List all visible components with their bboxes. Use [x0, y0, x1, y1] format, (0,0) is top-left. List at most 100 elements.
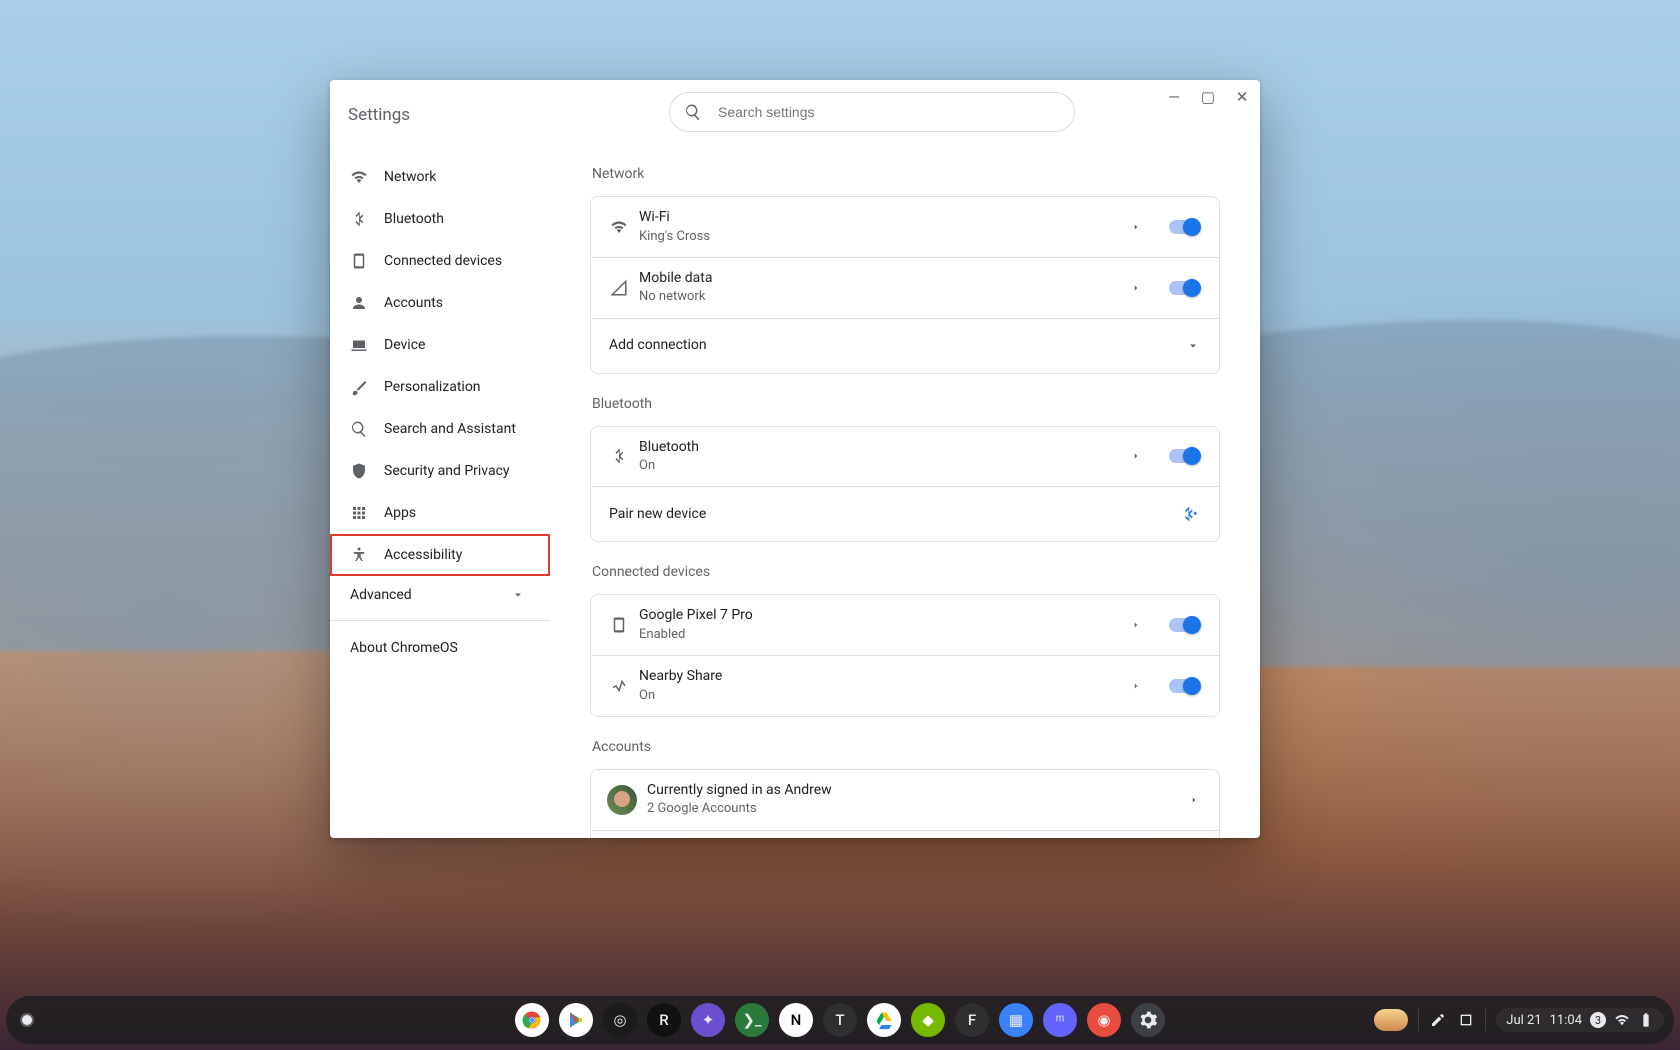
wifi-icon	[1614, 1012, 1630, 1028]
launcher-button[interactable]	[22, 1015, 32, 1025]
sidebar-item-apps[interactable]: Apps	[330, 492, 550, 534]
shelf-app-play-store[interactable]	[559, 1003, 593, 1037]
mobile-data-row[interactable]: Mobile data No network	[591, 257, 1219, 318]
window-maximize-button[interactable]: ▢	[1200, 88, 1216, 106]
row-title: Mobile data	[639, 270, 1131, 288]
add-connection-row[interactable]: Add connection	[591, 318, 1219, 373]
row-subtitle: On	[639, 688, 1131, 704]
search-icon	[350, 420, 368, 438]
window-minimize-button[interactable]: —	[1166, 88, 1182, 106]
tray-screen-button[interactable]	[1457, 1012, 1475, 1028]
nearby-share-row[interactable]: Nearby Share On	[591, 655, 1219, 716]
row-subtitle: 2 Google Accounts	[647, 801, 1189, 817]
shelf-app-purple[interactable]: ✦	[691, 1003, 725, 1037]
shelf-app-blue[interactable]: ▦	[999, 1003, 1033, 1037]
shelf-apps: ◎ R ✦ ❯_ N T ◆ F ▦ ᵐ ◉	[515, 1003, 1165, 1037]
row-title: Pair new device	[609, 506, 1181, 524]
sidebar-item-about[interactable]: About ChromeOS	[330, 627, 550, 669]
shelf-app-mastodon[interactable]: ᵐ	[1043, 1003, 1077, 1037]
tray-status-area[interactable]: Jul 21 11:04 3	[1496, 1008, 1664, 1032]
row-title: Add connection	[609, 337, 1187, 355]
sidebar-item-connected-devices[interactable]: Connected devices	[330, 240, 550, 282]
sidebar-item-search-assistant[interactable]: Search and Assistant	[330, 408, 550, 450]
nearby-share-icon	[610, 677, 628, 695]
sidebar-item-bluetooth[interactable]: Bluetooth	[330, 198, 550, 240]
shelf-app-red[interactable]: ◉	[1087, 1003, 1121, 1037]
shelf-app-t[interactable]: T	[823, 1003, 857, 1037]
connected-phone-toggle[interactable]	[1169, 618, 1199, 632]
sidebar-item-personalization[interactable]: Personalization	[330, 366, 550, 408]
shelf-app-r[interactable]: R	[647, 1003, 681, 1037]
shield-icon	[350, 462, 368, 480]
sidebar-separator	[330, 620, 550, 621]
sync-services-row[interactable]: Sync and Google services	[591, 830, 1219, 839]
row-subtitle: Enabled	[639, 627, 1131, 643]
chevron-down-icon	[1187, 340, 1199, 352]
accessibility-icon	[350, 546, 368, 564]
sidebar-item-label: Network	[384, 169, 436, 185]
shelf-app-nvidia[interactable]: ◆	[911, 1003, 945, 1037]
wifi-icon	[350, 168, 368, 186]
shelf-app-settings[interactable]	[1131, 1003, 1165, 1037]
nearby-share-toggle[interactable]	[1169, 679, 1199, 693]
chevron-right-icon	[1131, 451, 1141, 461]
shelf-app-drive[interactable]	[867, 1003, 901, 1037]
chevron-right-icon	[1131, 620, 1141, 630]
battery-icon	[1638, 1012, 1654, 1028]
connected-phone-row[interactable]: Google Pixel 7 Pro Enabled	[591, 595, 1219, 655]
bluetooth-icon	[350, 210, 368, 228]
section-title-bluetooth: Bluetooth	[592, 396, 1220, 412]
bluetooth-row[interactable]: Bluetooth On	[591, 427, 1219, 487]
laptop-icon	[350, 336, 368, 354]
sidebar-item-label: Search and Assistant	[384, 421, 516, 437]
section-title-connected: Connected devices	[592, 564, 1220, 580]
gear-icon	[1138, 1010, 1158, 1030]
shelf-app-generic-1[interactable]: ◎	[603, 1003, 637, 1037]
apps-icon	[350, 504, 368, 522]
section-title-accounts: Accounts	[592, 739, 1220, 755]
row-title: Currently signed in as Andrew	[647, 782, 1189, 800]
play-store-icon	[566, 1010, 586, 1030]
connected-devices-card: Google Pixel 7 Pro Enabled Nearby Share …	[590, 594, 1220, 717]
settings-title: Settings	[348, 105, 410, 125]
sidebar-item-label: Bluetooth	[384, 211, 444, 227]
sidebar-item-security-privacy[interactable]: Security and Privacy	[330, 450, 550, 492]
shelf: ◎ R ✦ ❯_ N T ◆ F ▦ ᵐ ◉ Jul 21 11:04 3	[6, 996, 1674, 1044]
sidebar-item-network[interactable]: Network	[330, 156, 550, 198]
sidebar-item-label: Advanced	[350, 587, 412, 603]
sidebar-item-advanced[interactable]: Advanced	[330, 576, 550, 614]
wifi-toggle[interactable]	[1169, 220, 1199, 234]
sidebar-item-label: Device	[384, 337, 425, 353]
window-close-button[interactable]: ✕	[1234, 88, 1250, 106]
shelf-app-terminal[interactable]: ❯_	[735, 1003, 769, 1037]
settings-search[interactable]	[669, 92, 1075, 132]
chrome-icon	[522, 1010, 542, 1030]
tray-stylus-button[interactable]	[1429, 1012, 1447, 1028]
row-subtitle: King's Cross	[639, 229, 1131, 245]
tray-weather[interactable]	[1374, 1009, 1408, 1031]
sidebar-item-accessibility[interactable]: Accessibility	[330, 534, 550, 576]
chevron-right-icon	[1189, 795, 1199, 805]
pair-new-device-row[interactable]: Pair new device	[591, 486, 1219, 541]
current-account-row[interactable]: Currently signed in as Andrew 2 Google A…	[591, 770, 1219, 830]
tray-date: Jul 21	[1506, 1013, 1541, 1028]
section-title-network: Network	[592, 166, 1220, 182]
person-icon	[350, 294, 368, 312]
sidebar-item-label: Accessibility	[384, 547, 462, 563]
shelf-app-f[interactable]: F	[955, 1003, 989, 1037]
mobile-data-toggle[interactable]	[1169, 281, 1199, 295]
sidebar-item-label: About ChromeOS	[350, 640, 458, 656]
sidebar-item-device[interactable]: Device	[330, 324, 550, 366]
sidebar-item-label: Accounts	[384, 295, 443, 311]
shelf-app-chrome[interactable]	[515, 1003, 549, 1037]
chevron-down-icon	[512, 589, 524, 601]
bluetooth-toggle[interactable]	[1169, 449, 1199, 463]
wifi-row[interactable]: Wi-Fi King's Cross	[591, 197, 1219, 257]
settings-search-input[interactable]	[716, 103, 1060, 121]
settings-window: — ▢ ✕ Settings Network Bluetooth Connect…	[330, 80, 1260, 838]
row-title: Wi-Fi	[639, 209, 1131, 227]
row-title: Bluetooth	[639, 439, 1131, 457]
network-card: Wi-Fi King's Cross Mobile data No networ…	[590, 196, 1220, 374]
shelf-app-notion[interactable]: N	[779, 1003, 813, 1037]
sidebar-item-accounts[interactable]: Accounts	[330, 282, 550, 324]
